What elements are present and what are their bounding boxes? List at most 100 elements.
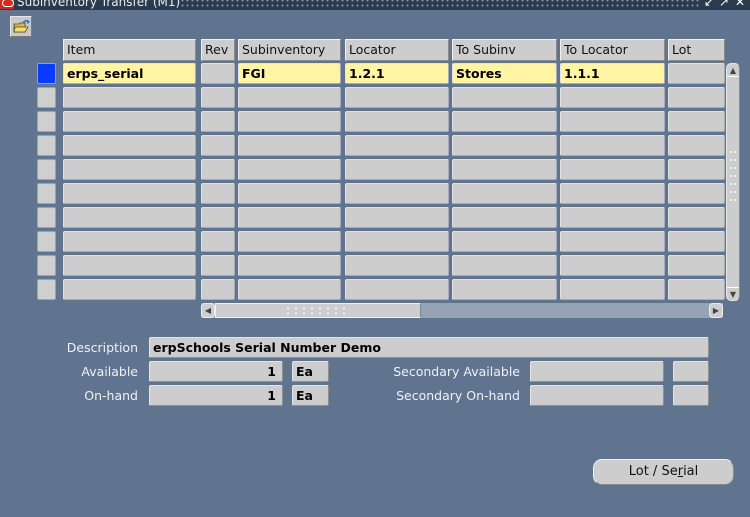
to-locator-cell[interactable]	[560, 183, 665, 204]
lot-cell[interactable]	[668, 207, 725, 228]
locator-cell[interactable]	[345, 159, 449, 180]
lot-cell[interactable]	[668, 135, 725, 156]
title-bar-drag-grip[interactable]	[180, 0, 700, 8]
row-selector[interactable]	[37, 207, 56, 228]
secondary-onhand-field[interactable]	[530, 385, 664, 406]
column-header-rev[interactable]: Rev	[201, 39, 235, 61]
row-selector[interactable]	[37, 231, 56, 252]
available-uom-field[interactable]: Ea	[292, 361, 329, 382]
to-locator-cell[interactable]	[560, 207, 665, 228]
minimize-icon[interactable]: ↙	[703, 0, 715, 9]
column-header-to-subinv[interactable]: To Subinv	[452, 39, 557, 61]
locator-cell[interactable]	[345, 183, 449, 204]
description-field[interactable]: erpSchools Serial Number Demo	[149, 337, 709, 358]
scroll-down-icon[interactable]: ▼	[727, 287, 739, 300]
row-selector[interactable]	[37, 135, 56, 156]
item-cell[interactable]	[63, 87, 196, 108]
column-header-locator[interactable]: Locator	[345, 39, 449, 61]
rev-cell[interactable]	[201, 87, 235, 108]
subinventory-cell[interactable]	[238, 135, 341, 156]
column-header-lot[interactable]: Lot	[668, 39, 725, 61]
lot-cell[interactable]	[668, 231, 725, 252]
item-cell[interactable]	[63, 279, 196, 300]
locator-cell[interactable]: 1.2.1	[345, 63, 449, 84]
rev-cell[interactable]	[201, 255, 235, 276]
item-cell[interactable]	[63, 207, 196, 228]
vertical-scrollbar[interactable]: ▲ ▼	[726, 63, 740, 301]
lot-cell[interactable]	[668, 255, 725, 276]
item-cell[interactable]	[63, 183, 196, 204]
row-selector[interactable]	[37, 255, 56, 276]
column-header-item[interactable]: Item	[63, 39, 196, 61]
rev-cell[interactable]	[201, 111, 235, 132]
locator-cell[interactable]	[345, 207, 449, 228]
rev-cell[interactable]	[201, 183, 235, 204]
to-subinv-cell[interactable]	[452, 231, 557, 252]
horizontal-scroll-thumb[interactable]	[215, 303, 421, 318]
to-locator-cell[interactable]: 1.1.1	[560, 63, 665, 84]
rev-cell[interactable]	[201, 159, 235, 180]
subinventory-cell[interactable]	[238, 183, 341, 204]
to-locator-cell[interactable]	[560, 255, 665, 276]
scrollbar-grip[interactable]	[729, 148, 737, 206]
item-cell[interactable]	[63, 111, 196, 132]
horizontal-scrollbar[interactable]: ◀ ▶	[201, 303, 723, 318]
to-subinv-cell[interactable]	[452, 159, 557, 180]
locator-cell[interactable]	[345, 279, 449, 300]
locator-cell[interactable]	[345, 87, 449, 108]
scroll-up-icon[interactable]: ▲	[727, 64, 739, 77]
scroll-right-icon[interactable]: ▶	[709, 303, 723, 318]
subinventory-cell[interactable]	[238, 159, 341, 180]
subinventory-cell[interactable]: FGI	[238, 63, 341, 84]
rev-cell[interactable]	[201, 135, 235, 156]
to-subinv-cell[interactable]: Stores	[452, 63, 557, 84]
lot-cell[interactable]	[668, 183, 725, 204]
to-locator-cell[interactable]	[560, 87, 665, 108]
open-button[interactable]	[10, 16, 32, 37]
locator-cell[interactable]	[345, 231, 449, 252]
row-selector[interactable]	[37, 63, 56, 84]
item-cell[interactable]	[63, 159, 196, 180]
secondary-available-field[interactable]	[530, 361, 664, 382]
locator-cell[interactable]	[345, 255, 449, 276]
close-icon[interactable]: ✕	[734, 0, 746, 9]
maximize-icon[interactable]: ↗	[718, 0, 730, 9]
to-locator-cell[interactable]	[560, 159, 665, 180]
locator-cell[interactable]	[345, 135, 449, 156]
lot-serial-button[interactable]: Lot / Serial	[593, 459, 734, 485]
lot-cell[interactable]	[668, 159, 725, 180]
to-locator-cell[interactable]	[560, 279, 665, 300]
lot-cell[interactable]	[668, 279, 725, 300]
row-selector[interactable]	[37, 159, 56, 180]
lot-cell[interactable]	[668, 111, 725, 132]
column-header-to-locator[interactable]: To Locator	[560, 39, 665, 61]
item-cell[interactable]	[63, 135, 196, 156]
lot-cell[interactable]	[668, 87, 725, 108]
to-locator-cell[interactable]	[560, 231, 665, 252]
onhand-field[interactable]: 1	[149, 385, 283, 406]
subinventory-cell[interactable]	[238, 87, 341, 108]
row-selector[interactable]	[37, 87, 56, 108]
to-subinv-cell[interactable]	[452, 135, 557, 156]
item-cell[interactable]	[63, 231, 196, 252]
subinventory-cell[interactable]	[238, 207, 341, 228]
row-selector[interactable]	[37, 111, 56, 132]
secondary-available-uom-field[interactable]	[673, 361, 709, 382]
to-subinv-cell[interactable]	[452, 207, 557, 228]
locator-cell[interactable]	[345, 111, 449, 132]
item-cell[interactable]	[63, 255, 196, 276]
subinventory-cell[interactable]	[238, 111, 341, 132]
onhand-uom-field[interactable]: Ea	[292, 385, 329, 406]
to-locator-cell[interactable]	[560, 135, 665, 156]
subinventory-cell[interactable]	[238, 279, 341, 300]
rev-cell[interactable]	[201, 207, 235, 228]
to-subinv-cell[interactable]	[452, 111, 557, 132]
to-subinv-cell[interactable]	[452, 87, 557, 108]
lot-cell[interactable]	[668, 63, 725, 84]
to-subinv-cell[interactable]	[452, 279, 557, 300]
subinventory-cell[interactable]	[238, 255, 341, 276]
rev-cell[interactable]	[201, 279, 235, 300]
rev-cell[interactable]	[201, 63, 235, 84]
rev-cell[interactable]	[201, 231, 235, 252]
to-subinv-cell[interactable]	[452, 255, 557, 276]
